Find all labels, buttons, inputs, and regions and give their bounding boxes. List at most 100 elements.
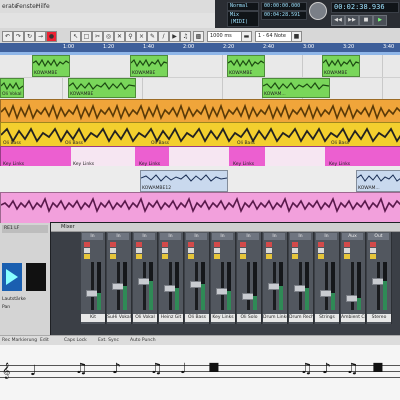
plugin-thumbnail[interactable] (2, 263, 22, 291)
channel-name[interactable]: Kit (81, 314, 105, 322)
channel-input-label[interactable]: In (290, 233, 311, 240)
solo-button[interactable] (214, 254, 220, 259)
play-tool-icon[interactable]: ▶ (169, 31, 180, 42)
channel-name[interactable]: Stereo (367, 314, 391, 322)
audio-clip[interactable]: KOWAMBE (68, 78, 136, 98)
solo-button[interactable] (240, 254, 246, 259)
score-view[interactable]: 𝄞 ♩ ♫ ♪ ♫ ♩ ◼ ♫ ♪ ♫ ◼ (0, 345, 400, 400)
right-locator[interactable]: 00:04:28.591 (261, 11, 307, 20)
audio-clip-pink[interactable] (0, 192, 400, 224)
channel-name[interactable]: Oli Vokal (133, 314, 157, 322)
record-button[interactable] (266, 242, 272, 247)
pointer-tool-icon[interactable]: ↖ (70, 31, 81, 42)
midi-clip-key[interactable]: Key Links Key Links Key Links Key Links … (0, 146, 400, 168)
mute-button[interactable] (188, 248, 194, 253)
channel-input-label[interactable]: In (134, 233, 155, 240)
jog-wheel-icon[interactable] (309, 2, 327, 20)
snap-value-select[interactable]: 1000 ms (207, 31, 243, 42)
mute-button[interactable] (344, 248, 350, 253)
quantize-select[interactable]: 1 - 64 Note (255, 31, 293, 42)
record-button[interactable] (214, 242, 220, 247)
audio-clip[interactable]: KOWAM... (356, 170, 400, 192)
record-button[interactable] (136, 242, 142, 247)
status-item[interactable]: Auto Punch (130, 338, 156, 343)
mix-mode-display[interactable]: Mix (MIDI) (227, 11, 259, 27)
solo-button[interactable] (84, 254, 90, 259)
solo-button[interactable] (136, 254, 142, 259)
stop-button[interactable]: ■ (359, 15, 373, 26)
audio-clip[interactable]: KOWAMBE (130, 55, 168, 77)
mute-tool-icon[interactable]: × (136, 31, 147, 42)
status-item[interactable]: Caps Lock (64, 338, 87, 343)
channel-input-label[interactable]: In (82, 233, 103, 240)
channel-name[interactable]: Oli Solo (237, 314, 261, 322)
split-tool-icon[interactable]: ✂ (92, 31, 103, 42)
solo-button[interactable] (318, 254, 324, 259)
mute-button[interactable] (136, 248, 142, 253)
mute-button[interactable] (84, 248, 90, 253)
status-item[interactable]: Rec Markierung (2, 338, 37, 343)
mute-button[interactable] (110, 248, 116, 253)
mute-button[interactable] (370, 248, 376, 253)
record-icon[interactable]: ● (46, 31, 57, 42)
channel-input-label[interactable]: In (238, 233, 259, 240)
mute-button[interactable] (240, 248, 246, 253)
record-button[interactable] (188, 242, 194, 247)
snap-icon[interactable]: ▩ (193, 31, 204, 42)
timeline-ruler[interactable]: 1:00 1:20 1:40 2:00 2:20 2:40 3:00 3:20 … (0, 43, 400, 52)
channel-strip[interactable]: In Kit (81, 232, 106, 324)
solo-button[interactable] (162, 254, 168, 259)
channel-input-label[interactable]: Out (368, 233, 389, 240)
rewind-button[interactable]: ◀◀ (331, 15, 345, 26)
undo-icon[interactable]: ↶ (2, 31, 13, 42)
record-button[interactable] (84, 242, 90, 247)
channel-name[interactable]: Strings (315, 314, 339, 322)
record-button[interactable] (110, 242, 116, 247)
audio-clip[interactable]: KOWAM... (262, 78, 330, 98)
record-button[interactable] (370, 242, 376, 247)
channel-strip[interactable]: In Oli Vokal (133, 232, 158, 324)
range-tool-icon[interactable]: □ (81, 31, 92, 42)
line-tool-icon[interactable]: ∕ (158, 31, 169, 42)
mode-display[interactable]: Normal (227, 2, 259, 11)
channel-input-label[interactable]: In (264, 233, 285, 240)
solo-button[interactable] (266, 254, 272, 259)
menu-item-window[interactable]: Fenster (16, 3, 38, 10)
channel-name[interactable]: Drum Rechts (289, 314, 313, 322)
color-icon[interactable]: ■ (291, 31, 302, 42)
channel-strip[interactable]: In Key Links (211, 232, 236, 324)
channel-strip[interactable]: Out Stereo (367, 232, 392, 324)
loop-icon[interactable]: ↻ (24, 31, 35, 42)
mixer-titlebar[interactable]: Mixer (51, 223, 400, 232)
audio-clip[interactable]: KOWAMBE (322, 55, 360, 77)
channel-input-label[interactable]: In (108, 233, 129, 240)
record-button[interactable] (344, 242, 350, 247)
channel-name[interactable]: SuHi Vokal (107, 314, 131, 322)
channel-strip[interactable]: In Oli Bass (185, 232, 210, 324)
punch-icon[interactable]: → (35, 31, 46, 42)
mute-button[interactable] (214, 248, 220, 253)
channel-name[interactable]: Ambient Cl (341, 314, 365, 322)
solo-button[interactable] (188, 254, 194, 259)
mute-button[interactable] (162, 248, 168, 253)
channel-strip[interactable]: In Oli Solo (237, 232, 262, 324)
channel-name[interactable]: Oli Bass (185, 314, 209, 322)
forward-button[interactable]: ▶▶ (345, 15, 359, 26)
channel-strip[interactable]: In Strings (315, 232, 340, 324)
solo-button[interactable] (370, 254, 376, 259)
audio-clip[interactable]: KOWAMBE (227, 55, 265, 77)
channel-name[interactable]: Heinz Git (159, 314, 183, 322)
audio-clip[interactable]: KOWAMBE (32, 55, 70, 77)
glue-tool-icon[interactable]: ◎ (103, 31, 114, 42)
record-button[interactable] (318, 242, 324, 247)
record-button[interactable] (292, 242, 298, 247)
channel-input-label[interactable]: In (160, 233, 181, 240)
audio-clip-orange[interactable] (0, 99, 400, 123)
menu-item-help[interactable]: Hilfe (36, 3, 50, 10)
channel-strip[interactable]: In SuHi Vokal (107, 232, 132, 324)
plugin-thumbnail[interactable] (26, 263, 46, 291)
play-button[interactable]: ▶ (373, 15, 387, 26)
record-button[interactable] (240, 242, 246, 247)
track-lane[interactable] (0, 77, 400, 100)
quantize-icon[interactable]: ▬ (241, 31, 252, 42)
